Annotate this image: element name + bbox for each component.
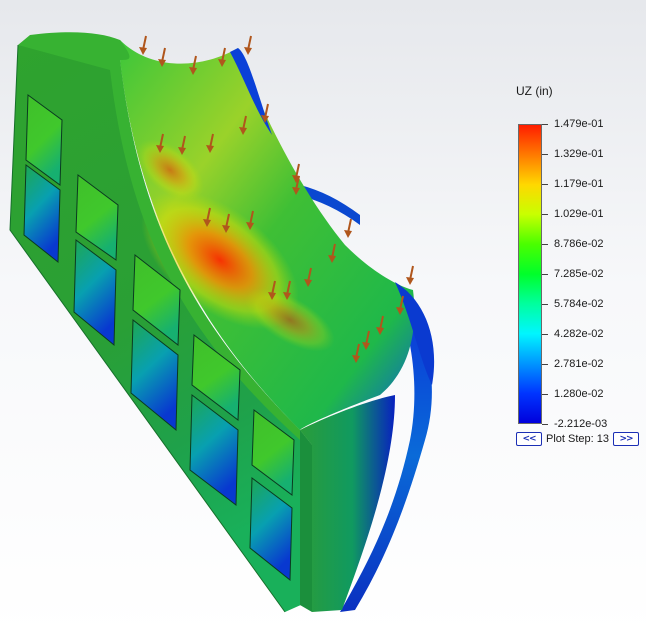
legend-tick-label: 1.329e-01	[554, 148, 604, 160]
legend-tick-label: 2.781e-02	[554, 358, 604, 370]
load-arrow-icon	[406, 265, 414, 285]
legend-tick-mark	[542, 244, 548, 245]
legend-tick-mark	[542, 274, 548, 275]
legend-tick-mark	[542, 304, 548, 305]
legend-title: UZ (in)	[516, 84, 553, 98]
load-arrow-icon	[139, 35, 147, 55]
legend-tick-label: 8.786e-02	[554, 238, 604, 250]
plot-step-control: << Plot Step: 13 >>	[516, 431, 639, 447]
legend-tick-label: 1.179e-01	[554, 178, 604, 190]
legend-tick-mark	[542, 394, 548, 395]
next-step-button[interactable]: >>	[613, 432, 639, 446]
legend-tick-mark	[542, 154, 548, 155]
load-arrow-icon	[344, 218, 352, 238]
legend-tick-label: 5.784e-02	[554, 298, 604, 310]
legend-tick-mark	[542, 124, 548, 125]
end-face	[300, 395, 395, 612]
legend-tick-label: -2.212e-03	[554, 418, 608, 430]
legend-tick-mark	[542, 184, 548, 185]
legend-tick-label: 1.479e-01	[554, 118, 604, 130]
legend-tick-mark	[542, 424, 548, 425]
load-arrow-icon	[244, 35, 252, 55]
legend-tick-label: 7.285e-02	[554, 268, 604, 280]
legend-tick-mark	[542, 214, 548, 215]
legend-tick-label: 4.282e-02	[554, 328, 604, 340]
legend-tick-mark	[542, 364, 548, 365]
legend-tick-label: 1.280e-02	[554, 388, 604, 400]
legend-tick-mark	[542, 334, 548, 335]
previous-step-button[interactable]: <<	[516, 432, 542, 446]
legend-tick-label: 1.029e-01	[554, 208, 604, 220]
plot-step-label: Plot Step: 13	[546, 433, 609, 445]
color-bar	[518, 124, 542, 424]
legend-panel: UZ (in) 1.479e-01 1.329e-01 1.179e-01 1.029…	[510, 80, 646, 450]
